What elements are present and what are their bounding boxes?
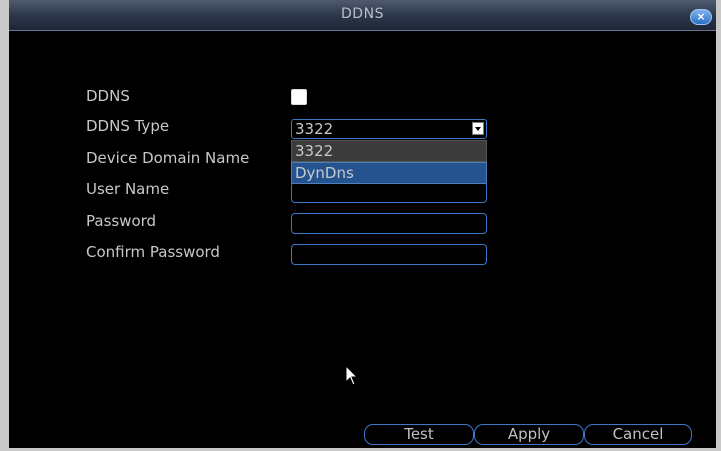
mouse-pointer-icon: [345, 365, 359, 386]
confirm-password-label: Confirm Password: [86, 243, 220, 261]
user-name-field[interactable]: [291, 182, 487, 203]
dropdown-option-3322[interactable]: 3322: [291, 140, 487, 162]
user-name-label: User Name: [86, 180, 170, 198]
ddns-label: DDNS: [86, 87, 130, 105]
password-label: Password: [86, 212, 157, 230]
password-field[interactable]: [291, 213, 487, 234]
dropdown-option-dyndns[interactable]: DynDns: [291, 162, 487, 184]
close-button[interactable]: ×: [690, 9, 712, 25]
ddns-enable-checkbox[interactable]: [291, 89, 307, 105]
cancel-button[interactable]: Cancel: [584, 424, 692, 445]
ddns-type-select[interactable]: 3322: [291, 119, 487, 139]
chevron-down-icon[interactable]: [472, 122, 484, 135]
confirm-password-field[interactable]: [291, 244, 487, 265]
test-button[interactable]: Test: [364, 424, 474, 445]
ddns-type-dropdown: 3322 DynDns: [291, 140, 487, 185]
ddns-type-value: 3322: [295, 120, 334, 138]
ddns-type-label: DDNS Type: [86, 117, 170, 135]
device-domain-name-label: Device Domain Name: [86, 149, 250, 167]
dialog-title: DDNS: [341, 6, 384, 22]
apply-button[interactable]: Apply: [474, 424, 584, 445]
title-bar: DDNS ×: [9, 0, 716, 31]
close-icon: ×: [696, 10, 706, 23]
